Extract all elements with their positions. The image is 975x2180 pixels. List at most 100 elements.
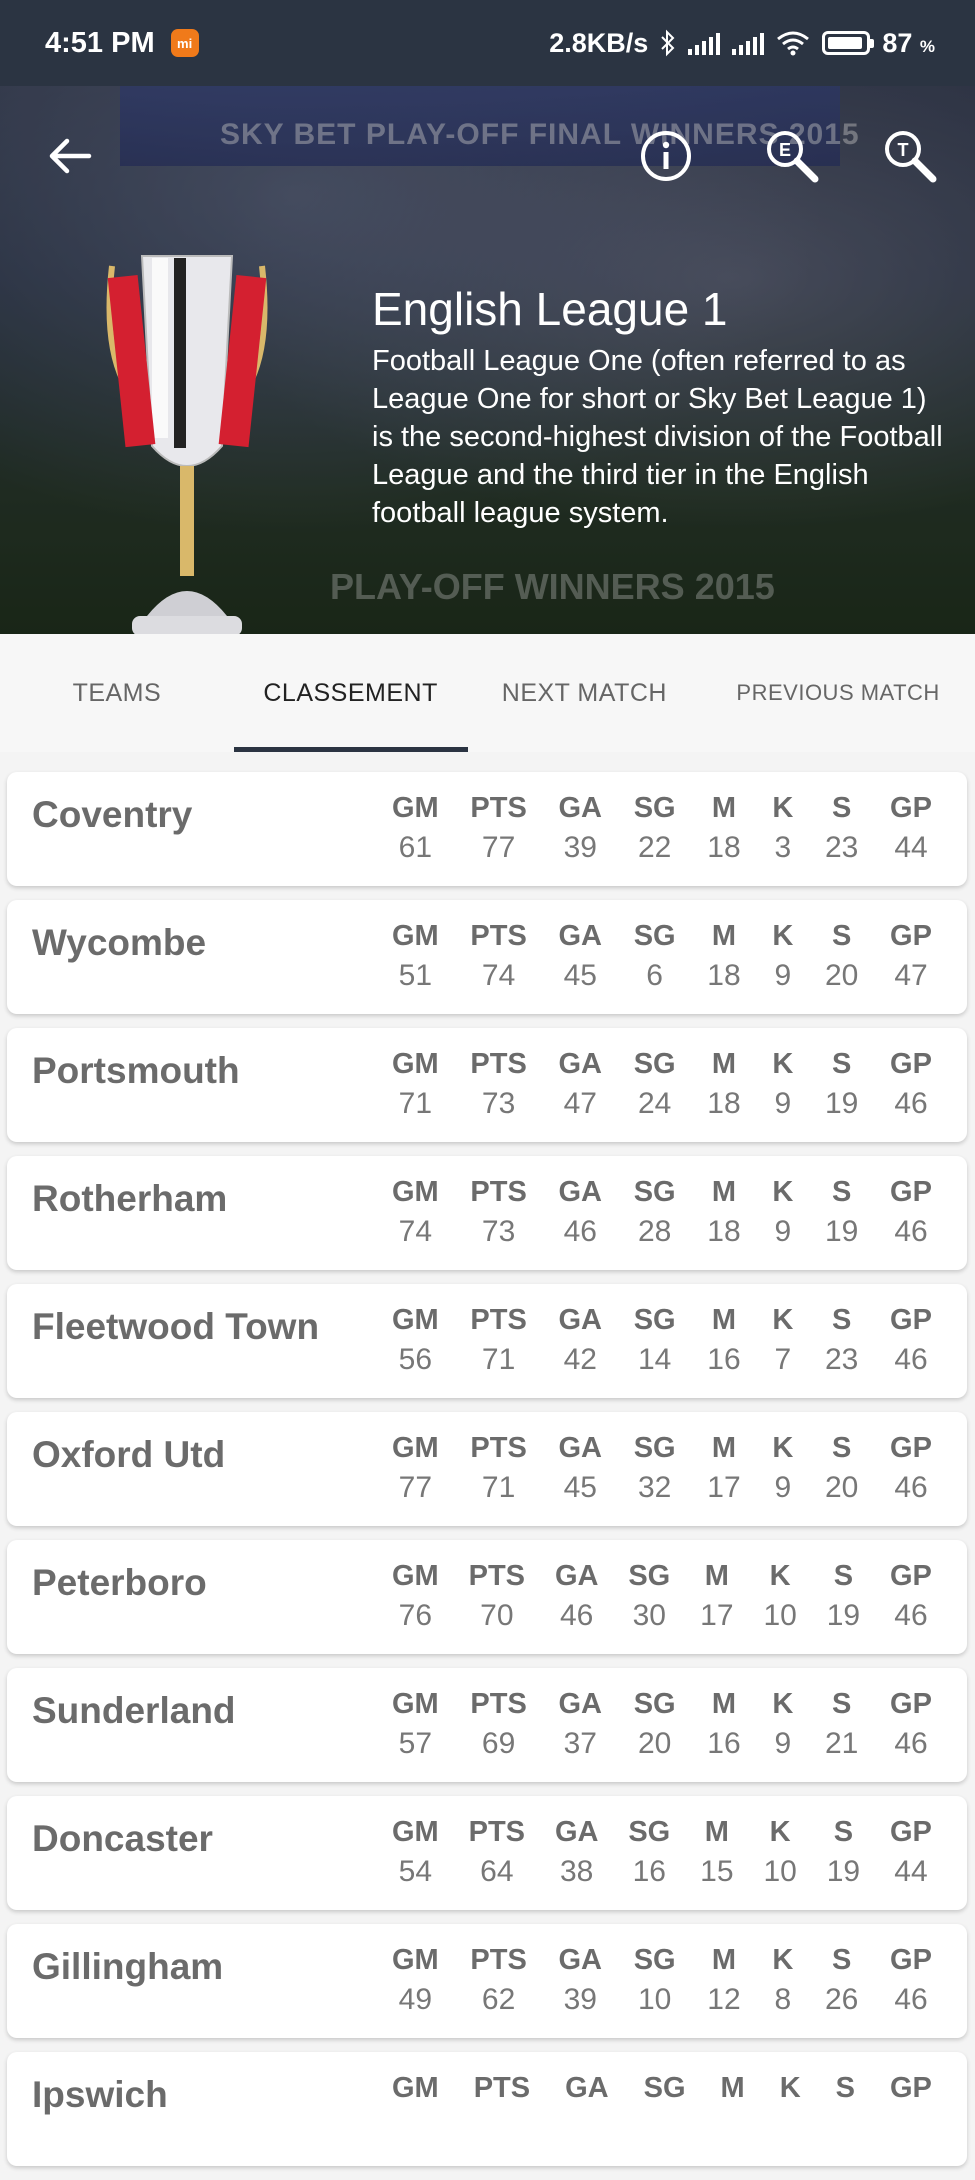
- stat-value: 69: [481, 1727, 516, 1760]
- stat-value: 20: [824, 959, 859, 992]
- stat-header: GP: [890, 1304, 932, 1336]
- stat-header: PTS: [470, 1304, 527, 1336]
- stat-gp: GP 47: [890, 920, 932, 993]
- stat-gm: GM 74: [392, 1176, 439, 1249]
- stat-header: S: [832, 1176, 852, 1208]
- standings-row[interactable]: Portsmouth GM 71 PTS 73 GA 47 SG 24 M 18 K 9 S 19 GP 46: [7, 1028, 967, 1142]
- stat-value: 23: [824, 1343, 859, 1376]
- stat-header: GP: [890, 792, 932, 824]
- stat-gm: GM: [392, 2072, 439, 2111]
- stat-value: 37: [563, 1727, 597, 1760]
- mi-app-badge-icon: mi: [170, 29, 199, 57]
- stat-pts: PTS 74: [470, 920, 526, 993]
- stat-gm: GM 71: [392, 1048, 439, 1121]
- stat-ga: GA 37: [559, 1688, 603, 1761]
- standings-row[interactable]: Oxford Utd GM 77 PTS 71 GA 45 SG 32 M 17 K 9 S 20 GP 46: [7, 1412, 967, 1526]
- stat-gp: GP 46: [890, 1688, 932, 1761]
- team-name: Wycombe: [32, 922, 207, 963]
- stat-s: S 20: [825, 920, 858, 993]
- stat-value: 14: [637, 1343, 672, 1376]
- tab-teams[interactable]: TEAMS: [0, 634, 234, 752]
- team-name: Gillingham: [32, 1946, 224, 1987]
- stat-header: SG: [643, 2072, 686, 2104]
- stat-value: 18: [707, 831, 741, 864]
- stat-header: GA: [558, 792, 603, 824]
- standings-row[interactable]: Doncaster GM 54 PTS 64 GA 38 SG 16 M 15 K 10 S 19 GP 44: [7, 1796, 967, 1910]
- stat-header: GM: [392, 920, 439, 952]
- stat-s: S: [836, 2072, 855, 2111]
- standings-row[interactable]: Wycombe GM 51 PTS 74 GA 45 SG 6 M 18 K 9 S 20 GP 47: [7, 900, 967, 1014]
- stat-value: 24: [637, 1087, 672, 1120]
- stat-header: M: [711, 1432, 737, 1464]
- stat-header: GP: [890, 1432, 932, 1464]
- standings-row[interactable]: Sunderland GM 57 PTS 69 GA 37 SG 20 M 16 K 9 S 21 GP 46: [7, 1668, 967, 1782]
- stat-header: M: [704, 1816, 729, 1848]
- stat-value: 61: [398, 831, 433, 864]
- stat-value: 70: [480, 1599, 514, 1632]
- stat-value: 44: [894, 831, 928, 864]
- stat-s: S 19: [825, 1048, 858, 1121]
- stat-pts: PTS 73: [470, 1176, 526, 1249]
- stat-value: 7: [774, 1343, 792, 1376]
- stat-value: 3: [774, 831, 792, 864]
- stat-value: 38: [560, 1855, 594, 1888]
- stat-value: 46: [894, 1471, 928, 1504]
- standings-row[interactable]: Rotherham GM 74 PTS 73 GA 46 SG 28 M 18 K 9 S 19 GP 46: [7, 1156, 967, 1270]
- stat-sg: SG 20: [634, 1688, 676, 1761]
- stat-value: 54: [398, 1855, 433, 1888]
- stat-value: 32: [637, 1471, 672, 1504]
- stat-value: 62: [481, 1983, 516, 2016]
- stat-m: M 12: [707, 1944, 740, 2017]
- stat-s: S 20: [825, 1432, 858, 1505]
- stat-value: 19: [826, 1855, 861, 1888]
- standings-row[interactable]: Coventry GM 61 PTS 77 GA 39 SG 22 M 18 K 3 S 23 GP 44: [7, 772, 967, 886]
- stat-header: SG: [633, 792, 676, 824]
- stat-header: GA: [558, 1432, 603, 1464]
- stat-header: GM: [392, 1432, 439, 1464]
- back-arrow-icon[interactable]: [40, 126, 100, 186]
- standings-row[interactable]: Fleetwood Town GM 56 PTS 71 GA 42 SG 14 M 16 K 7 S 23 G…: [7, 1284, 967, 1398]
- stat-header: GM: [392, 1048, 439, 1080]
- stat-value: 10: [637, 1983, 672, 2016]
- stat-header: GA: [558, 1176, 603, 1208]
- stat-sg: SG 24: [634, 1048, 676, 1121]
- tab-previous-match[interactable]: PREVIOUS MATCH: [701, 634, 975, 752]
- standings-row[interactable]: Gillingham GM 49 PTS 62 GA 39 SG 10 M 12 K 8 S 26 GP 46: [7, 1924, 967, 2038]
- standings-row[interactable]: Peterboro GM 76 PTS 70 GA 46 SG 30 M 17 K 10 S 19 GP 46: [7, 1540, 967, 1654]
- stat-pts: PTS 69: [470, 1688, 526, 1761]
- stat-value: 46: [894, 1215, 928, 1248]
- standings-row[interactable]: Ipswich GM PTS GA SG M K S GP: [7, 2052, 967, 2166]
- stat-gp: GP 44: [890, 1816, 932, 1889]
- stat-s: S 19: [827, 1560, 860, 1633]
- stat-gp: GP 46: [890, 1048, 932, 1121]
- stat-header: K: [772, 792, 794, 824]
- info-icon[interactable]: [636, 126, 696, 186]
- stat-header: M: [711, 1176, 737, 1208]
- stat-gp: GP 46: [890, 1432, 932, 1505]
- stat-value: 30: [632, 1599, 666, 1632]
- stat-gm: GM 57: [392, 1688, 439, 1761]
- search-t-icon[interactable]: T: [880, 126, 940, 186]
- stat-sg: SG 32: [634, 1432, 676, 1505]
- stat-header: GA: [554, 1816, 599, 1848]
- stat-k: K: [780, 2072, 801, 2111]
- stat-sg: SG 22: [634, 792, 676, 865]
- stat-sg: SG 16: [628, 1816, 670, 1889]
- stat-header: GM: [392, 792, 439, 824]
- tab-classement[interactable]: CLASSEMENT: [233, 634, 468, 752]
- stat-value: 9: [774, 1471, 792, 1504]
- team-name: Rotherham: [32, 1178, 228, 1219]
- stat-sg: SG: [644, 2072, 686, 2111]
- stat-header: K: [769, 1560, 791, 1592]
- stat-value: 74: [481, 959, 516, 992]
- stat-header: GP: [890, 1816, 932, 1848]
- stat-k: K7: [772, 1304, 793, 1377]
- stat-header: S: [835, 2072, 855, 2104]
- stat-sg: SG 10: [634, 1944, 676, 2017]
- search-e-icon[interactable]: E: [762, 126, 822, 186]
- stat-header: GA: [565, 2072, 609, 2104]
- stat-header: M: [711, 1304, 737, 1336]
- stat-header: M: [711, 1688, 737, 1720]
- tab-next-match[interactable]: NEXT MATCH: [468, 634, 702, 752]
- stat-header: PTS: [470, 1688, 527, 1720]
